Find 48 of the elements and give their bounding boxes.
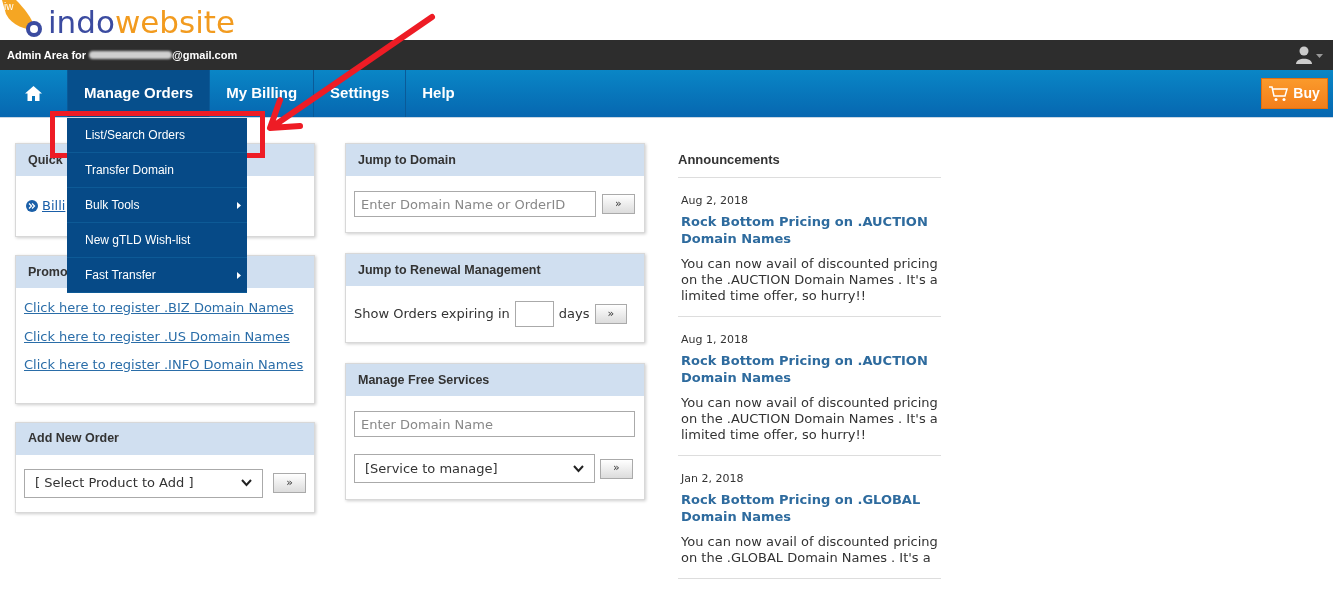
- nav-tab[interactable]: Settings: [313, 70, 406, 117]
- panel-title: Promo: [28, 263, 68, 281]
- announcement-date: Jan 2, 2018: [681, 472, 745, 486]
- promo-link[interactable]: Click here to register .INFO Domain Names: [24, 355, 306, 375]
- domain-search-field[interactable]: Enter Domain Name or OrderID: [354, 191, 596, 217]
- go-button[interactable]: »: [594, 304, 628, 324]
- panel-title: Jump to Renewal Management: [358, 261, 541, 279]
- email-domain: @gmail.com: [172, 47, 238, 63]
- menu-item[interactable]: New gTLD Wish-list: [67, 223, 247, 258]
- days-field[interactable]: [514, 301, 554, 327]
- panel-title: Jump to Domain: [358, 151, 456, 169]
- announcement-date: Aug 1, 2018: [681, 333, 749, 347]
- menu-item[interactable]: Fast Transfer: [67, 258, 247, 293]
- go-button[interactable]: »: [602, 194, 635, 214]
- promo-link[interactable]: Click here to register .BIZ Domain Names: [24, 298, 306, 318]
- announcement-title[interactable]: Rock Bottom Pricing on .GLOBAL Domain Names: [681, 491, 938, 525]
- chevron-down-icon: [573, 464, 584, 473]
- domain-name-field[interactable]: Enter Domain Name: [354, 411, 635, 437]
- menu-item[interactable]: Transfer Domain: [67, 153, 247, 188]
- panel-title: Manage Free Services: [358, 371, 490, 389]
- days-label: days: [558, 305, 590, 324]
- select-dropdown[interactable]: [ Select Product to Add ]: [24, 468, 264, 498]
- nav-tab[interactable]: Help: [405, 70, 471, 117]
- announcements-heading: Announcements: [678, 151, 780, 170]
- admin-label: Admin Area for: [7, 47, 87, 63]
- billing-link[interactable]: Billi: [42, 196, 66, 216]
- menu-item[interactable]: Bulk Tools: [67, 188, 247, 223]
- cart-icon: [1269, 85, 1290, 102]
- user-menu-icon[interactable]: [1296, 46, 1326, 64]
- nav-tab[interactable]: Manage Orders: [67, 70, 210, 117]
- promo-link[interactable]: Click here to register .US Domain Names: [24, 326, 306, 346]
- announcement-text: You can now avail of discounted pricing on the .AUCTION Domain Names . It's a limited time offer, so hurry!!: [681, 256, 938, 304]
- menu-item[interactable]: List/Search Orders: [67, 118, 247, 153]
- renewal-label: Show Orders expiring in: [354, 305, 510, 324]
- nav-tab[interactable]: My Billing: [209, 70, 314, 117]
- logo: iw indowebsite: [2, 0, 235, 40]
- announcement-title[interactable]: Rock Bottom Pricing on .AUCTION Domain Names: [681, 213, 938, 247]
- go-button[interactable]: »: [273, 473, 306, 493]
- announcement-date: Aug 2, 2018: [681, 194, 749, 208]
- announcement-title[interactable]: Rock Bottom Pricing on .AUCTION Domain Names: [681, 352, 938, 386]
- select-dropdown[interactable]: [Service to manage]: [354, 454, 595, 483]
- double-chevron-icon: [26, 200, 38, 212]
- announcement-text: You can now avail of discounted pricing on the .GLOBAL Domain Names . It's a: [681, 534, 938, 566]
- go-button[interactable]: »: [600, 458, 633, 479]
- panel-title: Add New Order: [28, 430, 119, 448]
- announcement-text: You can now avail of discounted pricing on the .AUCTION Domain Names . It's a limited time offer, so hurry!!: [681, 395, 938, 443]
- home-icon: [25, 86, 42, 101]
- chevron-down-icon: [241, 479, 253, 487]
